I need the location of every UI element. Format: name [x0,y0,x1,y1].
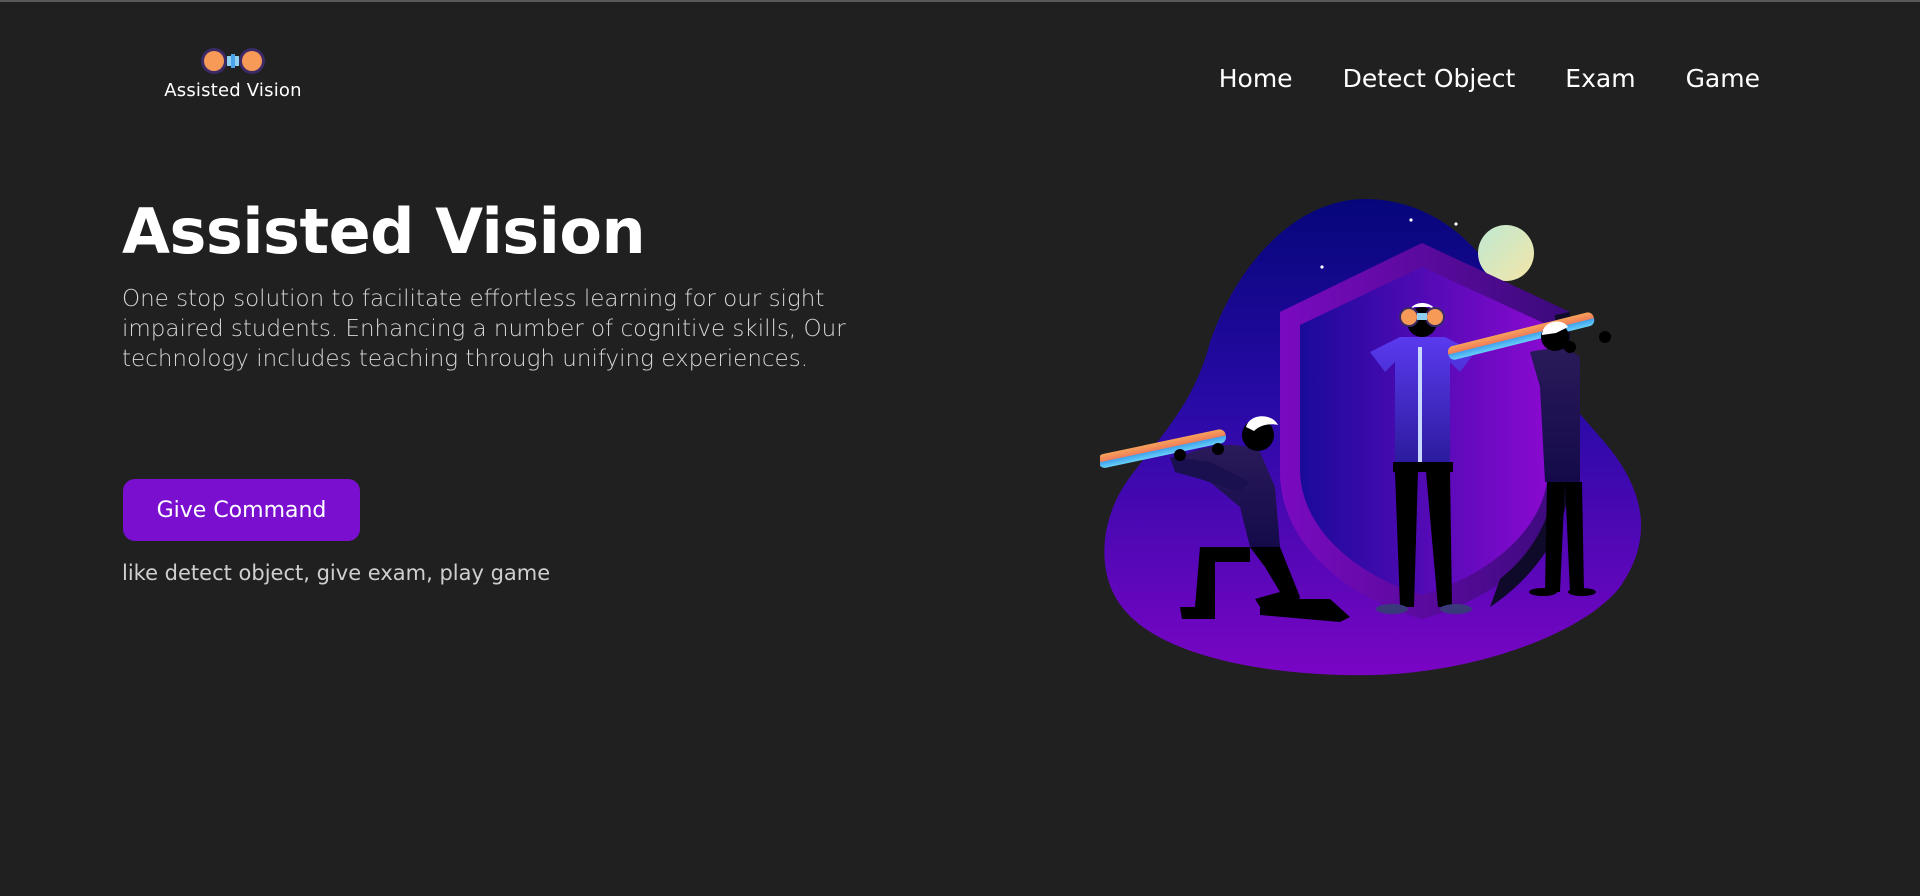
brand-name: Assisted Vision [164,80,302,101]
brand-logo[interactable]: Assisted Vision [140,46,326,101]
hero-description: One stop solution to facilitate effortle… [122,286,846,372]
hero-title: Assisted Vision [122,195,646,268]
command-hint: like detect object, give exam, play game [122,561,551,585]
star [1454,222,1458,226]
binoculars-icon [201,48,265,74]
nav-exam[interactable]: Exam [1565,64,1635,93]
give-command-button[interactable]: Give Command [123,479,360,541]
star [1320,265,1324,269]
nav-home[interactable]: Home [1219,64,1293,93]
nav-detect-object[interactable]: Detect Object [1343,64,1516,93]
moon [1478,225,1534,281]
nav-game[interactable]: Game [1686,64,1760,93]
main-nav: Home Detect Object Exam Game [1219,64,1760,93]
hero-illustration [1100,199,1642,676]
star [1409,218,1413,222]
